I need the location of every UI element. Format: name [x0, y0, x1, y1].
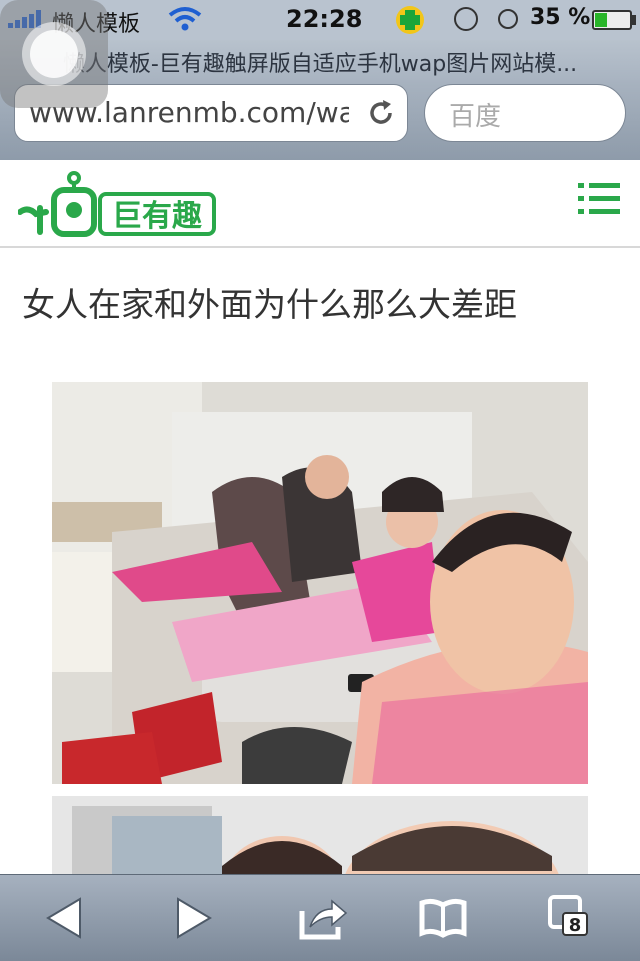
360-security-icon — [396, 6, 424, 34]
wifi-icon — [168, 7, 202, 31]
search-field[interactable]: 百度 — [424, 84, 626, 142]
article-photo[interactable] — [52, 382, 588, 784]
logo-text: 巨有趣 — [112, 199, 202, 234]
battery-icon — [592, 10, 632, 30]
site-logo[interactable]: 巨有趣 — [18, 168, 218, 240]
site-header: 巨有趣 — [0, 160, 640, 248]
status-time: 22:28 — [286, 5, 363, 33]
hamburger-menu-icon[interactable] — [578, 182, 620, 216]
assistive-touch-button[interactable] — [0, 0, 108, 108]
rotation-lock-icon — [454, 7, 478, 31]
battery-percent: 35 % — [530, 5, 591, 30]
bookmarks-icon[interactable] — [418, 893, 468, 943]
article-title: 女人在家和外面为什么那么大差距 — [22, 285, 517, 324]
battery-tip — [632, 15, 636, 25]
alarm-icon — [498, 9, 518, 29]
battery-level — [595, 13, 607, 27]
reload-icon[interactable] — [367, 99, 395, 127]
forward-icon[interactable] — [166, 893, 216, 943]
browser-toolbar — [0, 874, 640, 961]
tab-count[interactable]: 8 — [562, 912, 588, 936]
back-icon[interactable] — [42, 893, 92, 943]
search-placeholder: 百度 — [449, 102, 502, 132]
share-icon[interactable] — [298, 893, 348, 943]
